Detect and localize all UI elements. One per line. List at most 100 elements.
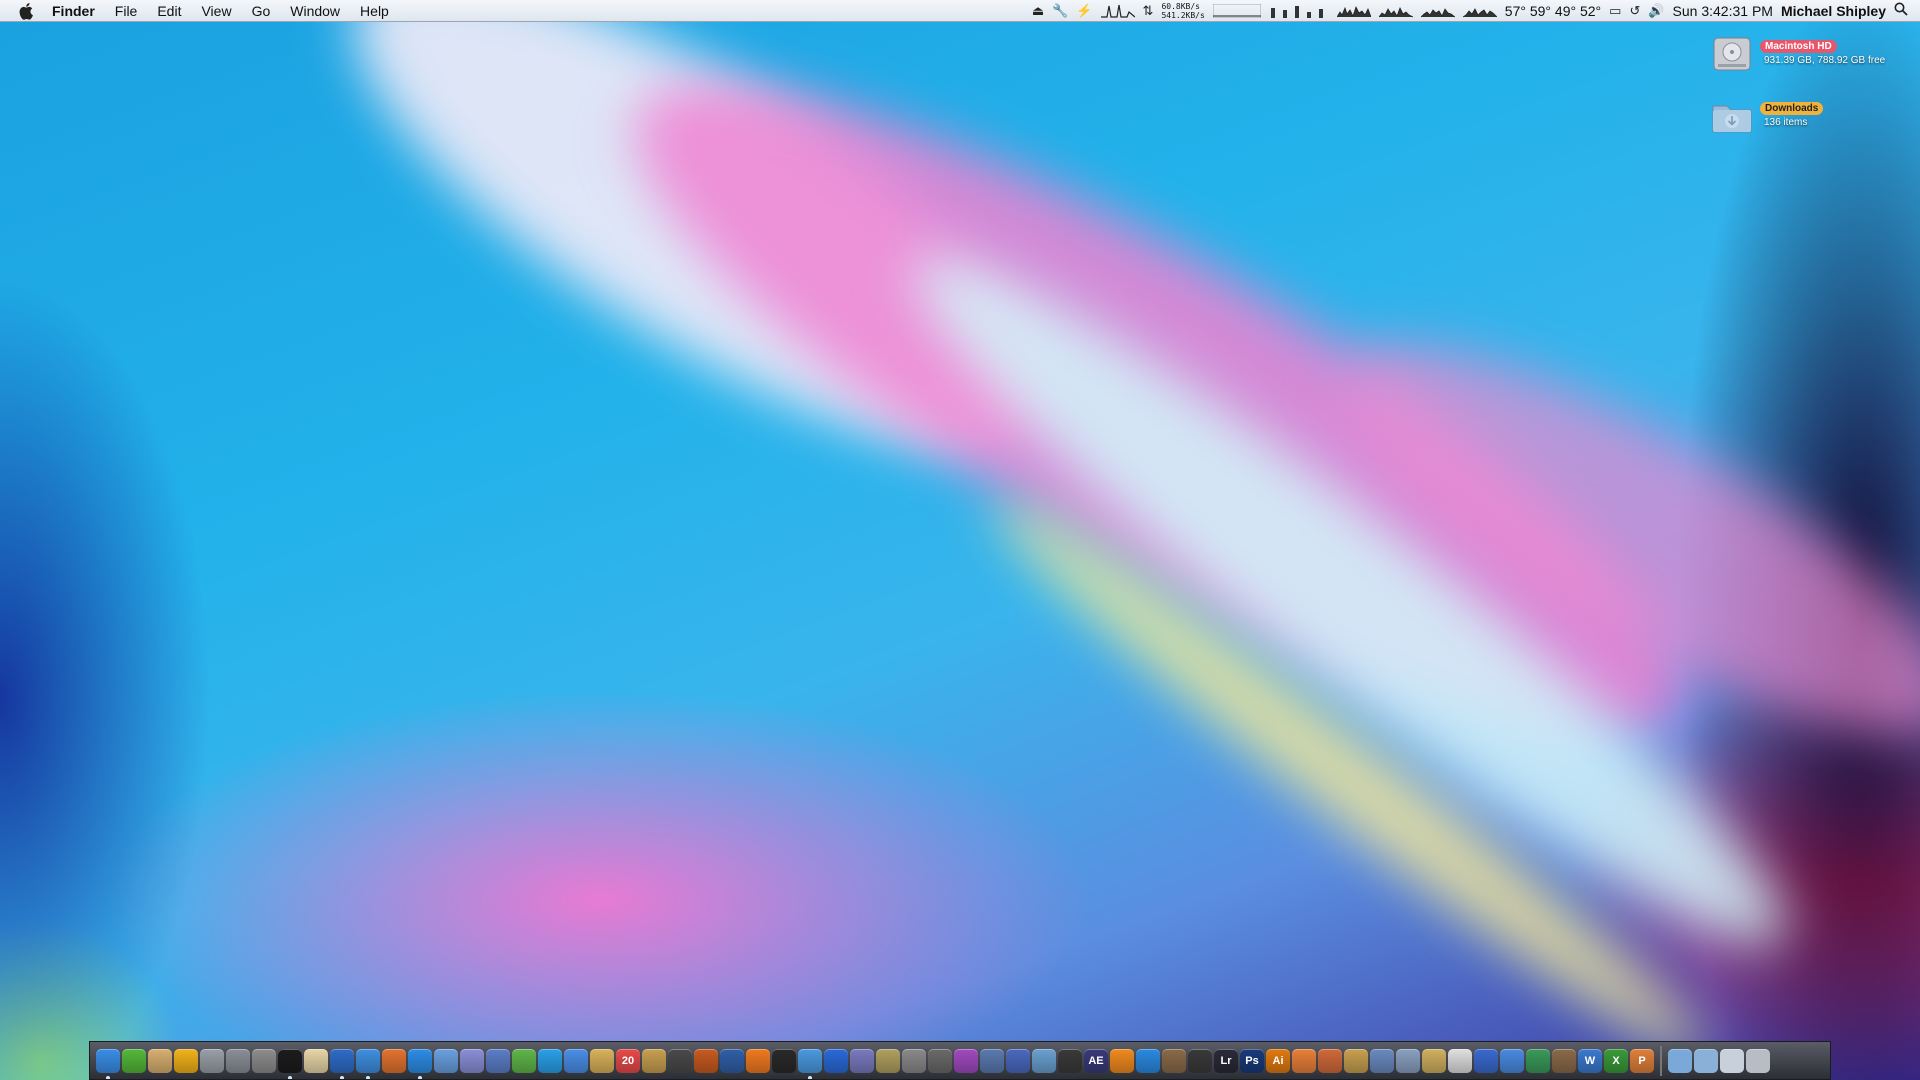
menu-edit[interactable]: Edit (147, 0, 191, 22)
dock-app-dashcode-icon[interactable] (1552, 1048, 1576, 1073)
dock-app-preview-viewer-icon[interactable] (668, 1048, 692, 1073)
dock: 20 AE Lr Ps Ai W X P (89, 1041, 1831, 1080)
display-icon[interactable]: ▭ (1609, 3, 1621, 19)
dock-app-activity-monitor-icon[interactable] (122, 1048, 146, 1073)
network-speed[interactable]: 60.8KB/s 541.2KB/s (1161, 2, 1204, 20)
dock-app-coda-icon[interactable] (1370, 1048, 1394, 1073)
dock-app-word-icon[interactable]: W (1578, 1048, 1602, 1073)
dock-app-firefox-alt-icon[interactable] (1292, 1048, 1316, 1073)
dock-app-aperture-icon[interactable] (1188, 1048, 1212, 1073)
hard-drive-icon (1713, 37, 1751, 71)
dock-app-preview-icon[interactable] (148, 1048, 172, 1073)
dock-app-photos-icon[interactable] (486, 1048, 510, 1073)
desktop-icon-macintosh-hd[interactable]: Macintosh HD 931.39 GB, 788.92 GB free (1710, 32, 1885, 76)
desktop-icon-info: 931.39 GB, 788.92 GB free (1764, 55, 1886, 66)
dock-app-mail-icon[interactable] (460, 1048, 484, 1073)
menu-bar: Finder File Edit View Go Window Help ⏏ 🔧… (0, 0, 1920, 22)
dock-app-after-effects-icon[interactable]: AE (1084, 1048, 1108, 1073)
dock-app-dvd-player-icon[interactable] (824, 1048, 848, 1073)
dock-app-finder-icon[interactable] (96, 1048, 120, 1079)
dock-app-brush-app-icon[interactable] (1500, 1048, 1524, 1073)
menu-app-name[interactable]: Finder (52, 0, 105, 22)
menu-view[interactable]: View (191, 0, 241, 22)
dock-app-speaker-icon[interactable] (772, 1048, 796, 1073)
dock-app-messages-icon[interactable] (564, 1048, 588, 1073)
dock-documents-folder-icon[interactable] (1694, 1048, 1718, 1073)
dock-app-bird-app-icon[interactable] (1396, 1048, 1420, 1073)
dock-app-compressor-icon[interactable] (980, 1048, 1004, 1073)
dock-app-terminal-icon[interactable] (278, 1048, 302, 1079)
volume-icon[interactable]: 🔊 (1648, 3, 1664, 19)
desktop-icon-label: Downloads (1760, 102, 1824, 115)
dock-app-image-capture-icon[interactable] (1162, 1048, 1186, 1073)
dock-app-skype-icon[interactable] (538, 1048, 562, 1073)
dock-app-final-cut-icon[interactable] (902, 1048, 926, 1073)
dock-applications-folder-icon[interactable] (1668, 1048, 1692, 1073)
dock-app-vlc-like-icon[interactable] (746, 1048, 770, 1073)
cpu-history-graph-icon[interactable] (1336, 4, 1371, 18)
dock-trash-icon[interactable] (1746, 1048, 1770, 1073)
desktop-icon-info: 136 items (1764, 117, 1808, 128)
menu-help[interactable]: Help (350, 0, 399, 22)
dock-app-quicktime-icon[interactable] (1136, 1048, 1160, 1073)
usb-icon[interactable]: ⚡ (1076, 3, 1092, 19)
dock-app-motion-icon[interactable] (954, 1048, 978, 1073)
wrench-icon[interactable]: 🔧 (1052, 3, 1068, 19)
dock-app-text-edit-icon[interactable] (304, 1048, 328, 1073)
dock-app-xcode-icon[interactable] (1474, 1048, 1498, 1073)
spotlight-search-icon[interactable] (1894, 2, 1908, 19)
dock-app-cyberduck-icon[interactable] (174, 1048, 198, 1073)
menu-window[interactable]: Window (280, 0, 350, 22)
dock-app-excel-icon[interactable]: X (1604, 1048, 1628, 1073)
menu-clock[interactable]: Sun 3:42:31 PM (1673, 3, 1773, 19)
dock-app-front-row-icon[interactable] (850, 1048, 874, 1073)
dock-app-photo-booth-icon[interactable] (720, 1048, 744, 1073)
dock-app-app-store-icon[interactable] (408, 1048, 432, 1079)
dock-app-notes-icon[interactable] (590, 1048, 614, 1073)
dock-app-dvd-studio-icon[interactable] (1006, 1048, 1030, 1073)
dock-app-instruments-icon[interactable] (694, 1048, 718, 1073)
dock-downloads-stack-icon[interactable] (1720, 1048, 1744, 1073)
dock-app-star-app-icon[interactable] (876, 1048, 900, 1073)
memory-bars-icon[interactable] (1269, 4, 1329, 18)
time-machine-icon[interactable]: ↺ (1629, 3, 1640, 19)
dock-app-itunes-icon[interactable] (798, 1048, 822, 1079)
dock-app-network-globe-icon[interactable] (330, 1048, 354, 1079)
dock-app-lightroom-icon[interactable]: Lr (1214, 1048, 1238, 1073)
user-name[interactable]: Michael Shipley (1781, 3, 1886, 19)
dock-app-transmit-icon[interactable] (434, 1048, 458, 1073)
dock-app-adium-icon[interactable] (512, 1048, 536, 1073)
dock-app-firefox-icon[interactable] (382, 1048, 406, 1073)
dock-app-calendar-icon[interactable]: 20 (616, 1048, 640, 1073)
dock-app-illustrator-icon[interactable]: Ai (1266, 1048, 1290, 1073)
dock-app-clapper-icon[interactable] (1058, 1048, 1082, 1073)
dock-app-chart-app-icon[interactable] (1526, 1048, 1550, 1073)
eject-tool-icon[interactable]: ⏏ (1032, 3, 1044, 19)
desktop-icon-downloads[interactable]: Downloads 136 items (1710, 94, 1824, 138)
menu-file[interactable]: File (105, 0, 148, 22)
dock-app-system-preferences-icon[interactable] (226, 1048, 250, 1073)
dock-app-vlc-icon[interactable] (1110, 1048, 1134, 1073)
network-graph-icon[interactable] (1212, 3, 1261, 18)
cpu-spike-graph-icon[interactable] (1100, 4, 1135, 18)
apple-logo-icon[interactable] (18, 2, 36, 20)
network-download: 541.2KB/s (1161, 10, 1205, 20)
menu-go[interactable]: Go (242, 0, 281, 22)
dock-app-photoshop-icon[interactable]: Ps (1240, 1048, 1264, 1073)
dock-app-automator-icon[interactable] (252, 1048, 276, 1073)
dock-app-archive-utility-icon[interactable] (1422, 1048, 1446, 1073)
dock-app-powerpoint-icon[interactable]: P (1630, 1048, 1654, 1073)
dock-app-text-wrangler-icon[interactable] (1344, 1048, 1368, 1073)
dock-app-safari-icon[interactable] (356, 1048, 380, 1079)
dock-app-film-reel-icon[interactable] (928, 1048, 952, 1073)
cpu-history-graph-icon[interactable] (1420, 4, 1455, 18)
dock-app-soundtrack-icon[interactable] (1032, 1048, 1056, 1073)
temperature-readout[interactable]: 57° 59° 49° 52° (1505, 3, 1601, 19)
desktop-wallpaper (0, 0, 1920, 1080)
dock-app-pencil-tool-icon[interactable] (642, 1048, 666, 1073)
cpu-history-graph-icon[interactable] (1378, 4, 1413, 18)
dock-app-script-editor-icon[interactable] (1318, 1048, 1342, 1073)
dock-app-disk-utility-icon[interactable] (200, 1048, 224, 1073)
dock-app-paper-app-icon[interactable] (1448, 1048, 1472, 1073)
cpu-history-graph-icon[interactable] (1462, 4, 1497, 18)
